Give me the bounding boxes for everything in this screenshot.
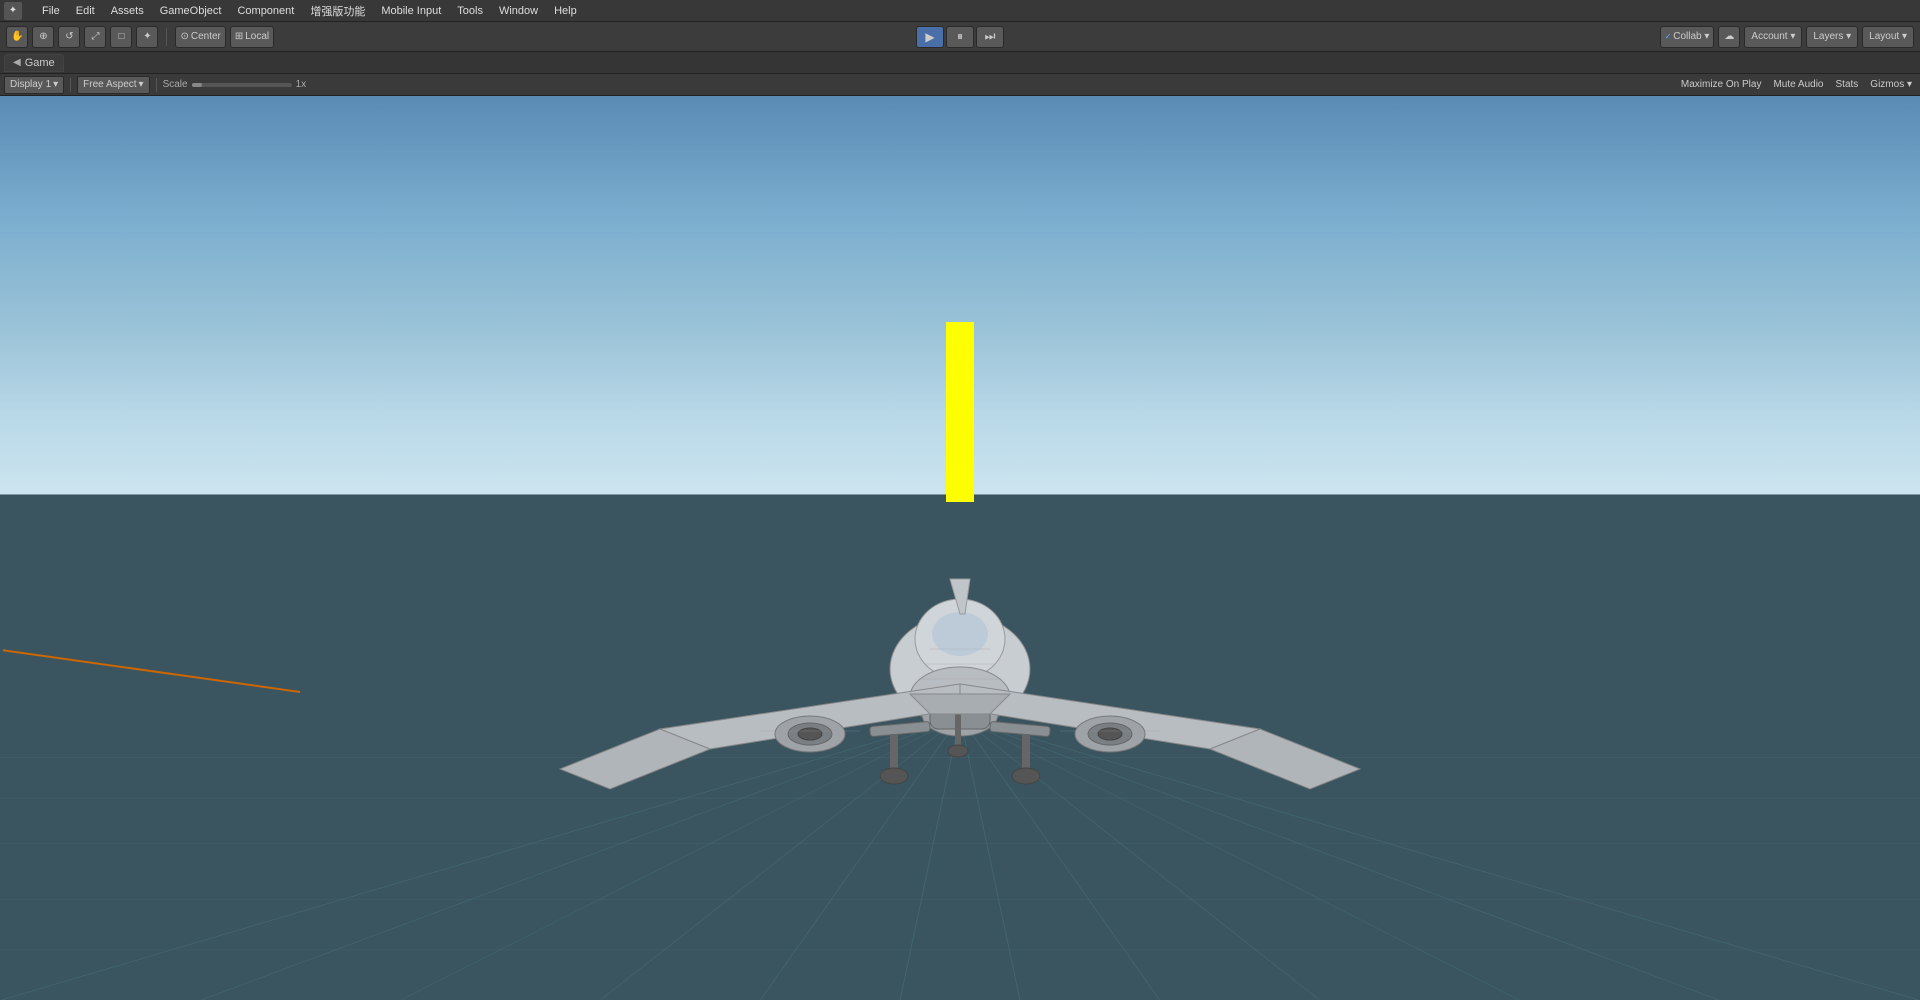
- menu-mobileinput[interactable]: Mobile Input: [373, 3, 449, 19]
- game-viewport: [0, 96, 1920, 1000]
- game-tab-label: Game: [25, 57, 55, 69]
- menu-window[interactable]: Window: [491, 3, 546, 19]
- toolbar-sep-2: [156, 78, 157, 92]
- layers-button[interactable]: Layers ▾: [1806, 26, 1858, 48]
- aircraft-container: [510, 539, 1410, 819]
- menu-tools[interactable]: Tools: [449, 3, 491, 19]
- game-tab-icon: ◀: [13, 57, 21, 68]
- cloud-icon: ☁: [1724, 31, 1734, 42]
- menu-gameobject[interactable]: GameObject: [152, 3, 230, 19]
- display-label: Display 1: [10, 79, 51, 90]
- account-button[interactable]: Account ▾: [1744, 26, 1802, 48]
- game-toolbar: Display 1 ▾ Free Aspect ▾ Scale 1x Maxim…: [0, 74, 1920, 96]
- separator-1: [166, 28, 167, 46]
- tool-hand[interactable]: ✋: [6, 26, 28, 48]
- scale-slider-fill: [192, 83, 202, 87]
- aircraft-svg: [510, 539, 1410, 819]
- account-label: Account ▾: [1751, 31, 1795, 42]
- play-controls: ▶ ⏸ ⏭: [916, 26, 1004, 48]
- yellow-marker-rect: [946, 322, 974, 502]
- tool-transform[interactable]: ✦: [136, 26, 158, 48]
- scale-slider[interactable]: [192, 83, 292, 87]
- maximize-on-play-label: Maximize On Play: [1681, 79, 1762, 90]
- display-button[interactable]: Display 1 ▾: [4, 76, 64, 94]
- layout-label: Layout ▾: [1869, 31, 1907, 42]
- menu-assets[interactable]: Assets: [103, 3, 152, 19]
- tool-rotate[interactable]: ↺: [58, 26, 80, 48]
- stats-button[interactable]: Stats: [1832, 76, 1863, 94]
- toolbar-right: ✓ Collab ▾ ☁ Account ▾ Layers ▾ Layout ▾: [1660, 26, 1914, 48]
- tool-scale[interactable]: ⤢: [84, 26, 106, 48]
- pause-button[interactable]: ⏸: [946, 26, 974, 48]
- maximize-on-play-button[interactable]: Maximize On Play: [1677, 76, 1766, 94]
- stats-label: Stats: [1836, 79, 1859, 90]
- aspect-dropdown-icon: ▾: [139, 79, 144, 90]
- menu-enhanced[interactable]: 增强版功能: [302, 1, 373, 21]
- main-toolbar: ✋ ⊕ ↺ ⤢ □ ✦ ⊙ Center ⊞ Local ▶ ⏸ ⏭ ✓ Col…: [0, 22, 1920, 52]
- scale-value: 1x: [296, 79, 307, 90]
- collab-label: Collab ▾: [1673, 31, 1709, 42]
- gizmos-button[interactable]: Gizmos ▾: [1866, 76, 1916, 94]
- scale-label: Scale: [163, 79, 188, 90]
- game-tab-bar: ◀ Game: [0, 52, 1920, 74]
- step-button[interactable]: ⏭: [976, 26, 1004, 48]
- tool-rect[interactable]: □: [110, 26, 132, 48]
- cloud-button[interactable]: ☁: [1718, 26, 1740, 48]
- aspect-button[interactable]: Free Aspect ▾: [77, 76, 149, 94]
- gizmos-label: Gizmos ▾: [1870, 79, 1912, 90]
- space-label: Local: [245, 31, 269, 42]
- layers-label: Layers ▾: [1813, 31, 1851, 42]
- pivot-label: Center: [191, 31, 221, 42]
- menu-edit[interactable]: Edit: [68, 3, 103, 19]
- mute-audio-button[interactable]: Mute Audio: [1769, 76, 1827, 94]
- display-dropdown-icon: ▾: [53, 79, 58, 90]
- menu-file[interactable]: File: [34, 3, 68, 19]
- menu-help[interactable]: Help: [546, 3, 585, 19]
- game-toolbar-right: Maximize On Play Mute Audio Stats Gizmos…: [1677, 76, 1916, 94]
- menu-bar: ✦ File Edit Assets GameObject Component …: [0, 0, 1920, 22]
- space-button[interactable]: ⊞ Local: [230, 26, 274, 48]
- game-tab[interactable]: ◀ Game: [4, 54, 64, 72]
- toolbar-sep-1: [70, 78, 71, 92]
- layout-button[interactable]: Layout ▾: [1862, 26, 1914, 48]
- pivot-button[interactable]: ⊙ Center: [175, 26, 225, 48]
- play-button[interactable]: ▶: [916, 26, 944, 48]
- tool-move[interactable]: ⊕: [32, 26, 54, 48]
- menu-component[interactable]: Component: [229, 3, 302, 19]
- collab-button[interactable]: ✓ Collab ▾: [1660, 26, 1715, 48]
- aspect-label: Free Aspect: [83, 79, 136, 90]
- mute-audio-label: Mute Audio: [1773, 79, 1823, 90]
